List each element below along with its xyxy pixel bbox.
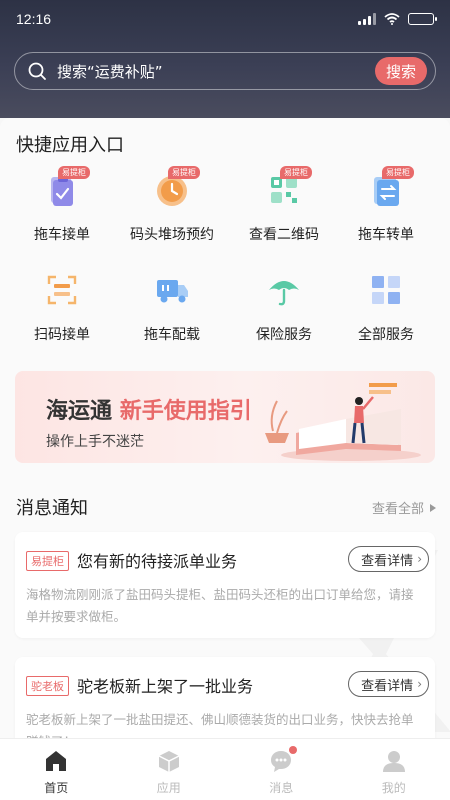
notification-dot [289,746,298,754]
app-badge: 易提柜 [382,166,414,179]
user-icon [382,751,405,772]
clock-icon: 易提柜 [154,166,200,208]
header: 12:16 搜索“运费补贴” 搜索 [0,0,450,118]
app-label: 全部服务 [358,327,414,343]
app-label: 保险服务 [256,327,312,343]
app-item-tow-loading[interactable]: 拖车配载 [116,272,228,344]
app-badge: 易提柜 [168,166,200,179]
signal-icon [358,13,376,25]
tab-home[interactable]: 首页 [0,739,113,800]
chevron-right-icon: › [417,552,422,566]
search-placeholder[interactable]: 搜索“运费补贴” [57,61,375,82]
umbrella-icon [266,272,302,308]
app-label: 拖车接单 [34,227,90,243]
banner-title-main: 海运通 [46,399,113,424]
view-all-link[interactable]: 查看全部 [372,498,436,517]
app-label: 查看二维码 [249,227,319,243]
message-title: 驼老板新上架了一批业务 [77,677,254,696]
transfer-icon: 易提柜 [368,166,414,208]
chat-icon [269,746,298,773]
app-item-all-services[interactable]: 全部服务 [330,272,442,344]
banner-title-highlight: 新手使用指引 [119,399,252,424]
clipboard-check-icon: 易提柜 [44,166,90,208]
box-icon [158,751,180,772]
search-button[interactable]: 搜索 [374,57,427,85]
chevron-right-icon: › [417,677,422,691]
tab-apps[interactable]: 应用 [113,739,226,800]
app-label: 拖车配载 [144,327,200,343]
banner-title: 海运通 新手使用指引 [46,393,252,425]
truck-icon [154,272,190,308]
wifi-icon [384,13,400,25]
tab-label: 我的 [381,781,406,795]
view-details-label: 查看详情 [361,678,414,694]
home-icon [46,751,67,771]
battery-icon [408,13,437,25]
message-tag: 驼老板 [26,676,69,696]
app-item-tow-order[interactable]: 易提柜 拖车接单 [6,166,118,244]
app-item-insurance[interactable]: 保险服务 [228,272,340,344]
main-content: 快捷应用入口 易提柜 拖车接单 易提柜 码头堆场预约 易提柜 查看二维码 易提柜… [0,118,450,738]
quick-apps-title: 快捷应用入口 [16,135,124,156]
tab-label: 消息 [269,781,294,795]
tab-messages[interactable]: 消息 [225,739,338,800]
app-item-scan-order[interactable]: 扫码接单 [6,272,118,344]
status-bar: 12:16 [0,0,450,38]
message-body: 海格物流刚刚派了盐田码头提柜、盐田码头还柜的出口订单给您，请接单并按要求做柜。 [26,587,414,624]
app-label: 码头堆场预约 [130,227,214,243]
tab-profile[interactable]: 我的 [338,739,450,800]
view-all-label: 查看全部 [371,502,424,517]
app-item-terminal-booking[interactable]: 易提柜 码头堆场预约 [116,166,228,244]
arrow-right-icon [430,503,436,512]
banner-subtitle: 操作上手不迷茫 [46,434,144,450]
search-icon [28,62,46,80]
tab-label: 首页 [44,781,69,795]
app-label: 拖车转单 [358,227,414,243]
messages-title: 消息通知 [16,498,88,519]
guide-banner[interactable]: 海运通 新手使用指引 操作上手不迷茫 [15,371,435,463]
app-label: 扫码接单 [34,327,90,343]
bottom-tab-bar: 首页 应用 消息 我的 [0,738,450,800]
scan-icon [44,272,80,308]
book-illustration [265,383,421,461]
tab-label: 应用 [156,781,181,795]
status-icons [358,13,437,25]
view-details-label: 查看详情 [361,553,414,569]
view-details-button[interactable]: 查看详情 › [348,546,429,572]
grid-icon [368,272,404,308]
app-item-qr-code[interactable]: 易提柜 查看二维码 [228,166,340,244]
status-time: 12:16 [16,11,52,27]
app-badge: 易提柜 [280,166,312,179]
qr-code-icon: 易提柜 [266,166,312,208]
app-badge: 易提柜 [58,166,90,179]
search-bar[interactable]: 搜索“运费补贴” 搜索 [14,52,436,90]
view-details-button[interactable]: 查看详情 › [348,671,429,697]
message-card[interactable]: 驼老板 驼老板新上架了一批业务 查看详情 › 驼老板新上架了一批盐田提还、佛山顺… [15,657,435,738]
message-title: 您有新的待接派单业务 [77,552,238,571]
message-card[interactable]: 易提柜 您有新的待接派单业务 查看详情 › 海格物流刚刚派了盐田码头提柜、盐田码… [15,532,435,638]
app-item-tow-transfer[interactable]: 易提柜 拖车转单 [330,166,442,244]
message-tag: 易提柜 [26,551,69,571]
message-body: 驼老板新上架了一批盐田提还、佛山顺德装货的出口业务，快快去抢单赚钱了！ [26,712,414,738]
